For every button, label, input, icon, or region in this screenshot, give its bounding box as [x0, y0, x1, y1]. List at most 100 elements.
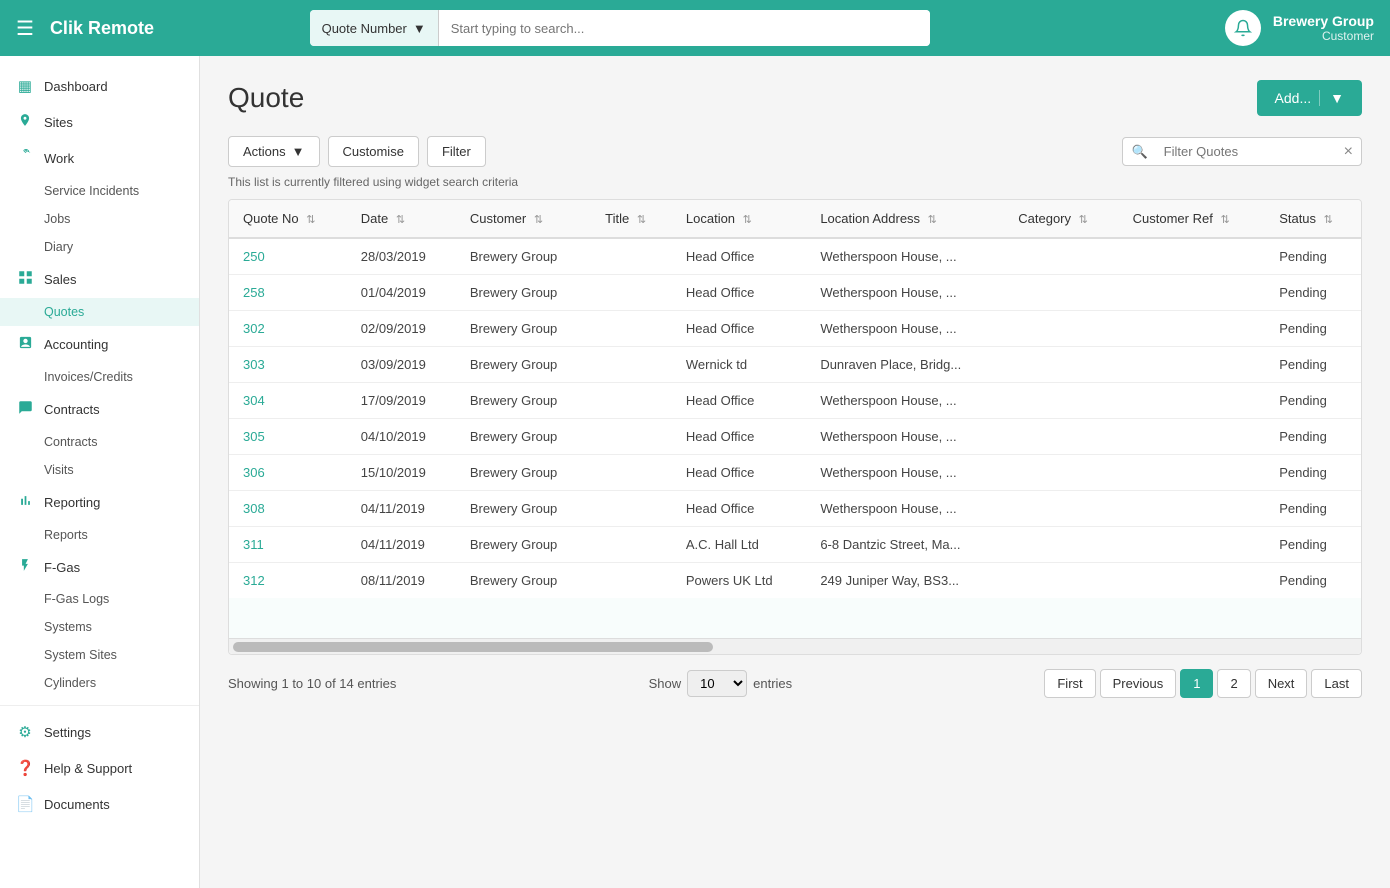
sidebar-item-help-support[interactable]: ❓ Help & Support [0, 750, 199, 786]
customer-cell: Brewery Group [456, 491, 591, 527]
table-row: 304 17/09/2019 Brewery Group Head Office… [229, 383, 1361, 419]
sidebar-item-fgas[interactable]: F-Gas [0, 549, 199, 585]
filter-note: This list is currently filtered using wi… [228, 175, 1362, 189]
table-header-row: Quote No ⇅ Date ⇅ Customer ⇅ Title ⇅ [229, 200, 1361, 238]
quote-no-link[interactable]: 311 [243, 537, 264, 552]
filter-search-input[interactable] [1156, 138, 1336, 165]
sidebar-item-fgas-logs[interactable]: F-Gas Logs [0, 585, 199, 613]
pagination-buttons: First Previous 1 2 Next Last [1044, 669, 1362, 698]
page-1-button[interactable]: 1 [1180, 669, 1213, 698]
sidebar-item-label-contracts: Contracts [44, 402, 100, 417]
sidebar-item-reporting[interactable]: Reporting [0, 484, 199, 521]
previous-button[interactable]: Previous [1100, 669, 1177, 698]
location-address-cell: 249 Juniper Way, BS3... [806, 563, 1004, 599]
col-header-date[interactable]: Date ⇅ [347, 200, 456, 238]
date-cell: 04/11/2019 [347, 491, 456, 527]
col-header-status[interactable]: Status ⇅ [1265, 200, 1361, 238]
col-header-title[interactable]: Title ⇅ [591, 200, 672, 238]
hamburger-icon[interactable]: ☰ [16, 16, 34, 41]
quote-no-link[interactable]: 306 [243, 465, 265, 480]
status-cell: Pending [1265, 347, 1361, 383]
filter-search: 🔍 × [1122, 137, 1362, 166]
first-button[interactable]: First [1044, 669, 1095, 698]
add-button-label: Add... [1275, 90, 1312, 106]
sidebar-item-diary[interactable]: Diary [0, 233, 199, 261]
page-2-button[interactable]: 2 [1217, 669, 1250, 698]
filter-button[interactable]: Filter [427, 136, 486, 167]
last-button[interactable]: Last [1311, 669, 1362, 698]
quote-no-link[interactable]: 258 [243, 285, 265, 300]
sidebar-item-system-sites[interactable]: System Sites [0, 641, 199, 669]
notifications-button[interactable] [1225, 10, 1261, 46]
sidebar-item-service-incidents[interactable]: Service Incidents [0, 177, 199, 205]
quote-no-link[interactable]: 302 [243, 321, 265, 336]
work-icon [16, 149, 34, 168]
sidebar-item-label-fgas: F-Gas [44, 560, 80, 575]
sidebar-item-invoices-credits[interactable]: Invoices/Credits [0, 363, 199, 391]
date-cell: 03/09/2019 [347, 347, 456, 383]
quote-no-link[interactable]: 308 [243, 501, 265, 516]
quote-no-link[interactable]: 304 [243, 393, 265, 408]
quote-no-link[interactable]: 312 [243, 573, 265, 588]
add-button[interactable]: Add... ▼ [1257, 80, 1362, 116]
sidebar-item-sites[interactable]: Sites [0, 104, 199, 140]
sidebar-item-documents[interactable]: 📄 Documents [0, 786, 199, 822]
col-header-customer-ref[interactable]: Customer Ref ⇅ [1119, 200, 1266, 238]
sidebar-item-contracts[interactable]: Contracts [0, 391, 199, 428]
help-icon: ❓ [16, 759, 34, 777]
show-select[interactable]: 10 25 50 100 [687, 670, 747, 697]
col-header-category[interactable]: Category ⇅ [1004, 200, 1118, 238]
quote-no-link[interactable]: 250 [243, 249, 265, 264]
col-header-customer[interactable]: Customer ⇅ [456, 200, 591, 238]
sidebar-item-cylinders[interactable]: Cylinders [0, 669, 199, 697]
app-logo: Clik Remote [50, 18, 154, 39]
search-type-label: Quote Number [322, 21, 407, 36]
customer-ref-cell [1119, 311, 1266, 347]
location-address-cell: Wetherspoon House, ... [806, 419, 1004, 455]
sidebar-item-sales[interactable]: Sales [0, 261, 199, 298]
scrollbar-thumb[interactable] [233, 642, 713, 652]
sidebar-item-quotes[interactable]: Quotes [0, 298, 199, 326]
sidebar-item-settings[interactable]: ⚙ Settings [0, 714, 199, 750]
date-cell: 04/10/2019 [347, 419, 456, 455]
location-cell: A.C. Hall Ltd [672, 527, 806, 563]
col-header-location-address[interactable]: Location Address ⇅ [806, 200, 1004, 238]
global-search-input[interactable] [439, 10, 930, 46]
actions-button[interactable]: Actions ▼ [228, 136, 320, 167]
customer-ref-cell [1119, 275, 1266, 311]
table-row: 303 03/09/2019 Brewery Group Wernick td … [229, 347, 1361, 383]
user-menu[interactable]: Brewery Group Customer [1273, 13, 1374, 43]
show-label: Show [649, 676, 682, 691]
sidebar-item-label-settings: Settings [44, 725, 91, 740]
quote-no-link[interactable]: 305 [243, 429, 265, 444]
location-cell: Head Office [672, 419, 806, 455]
title-cell [591, 238, 672, 275]
customise-button[interactable]: Customise [328, 136, 419, 167]
sidebar-item-visits[interactable]: Visits [0, 456, 199, 484]
sidebar-item-label-reporting: Reporting [44, 495, 100, 510]
reporting-icon [16, 493, 34, 512]
sort-icon-customer-ref: ⇅ [1220, 214, 1229, 226]
table-row: 312 08/11/2019 Brewery Group Powers UK L… [229, 563, 1361, 599]
horizontal-scrollbar[interactable] [229, 638, 1361, 654]
col-header-location[interactable]: Location ⇅ [672, 200, 806, 238]
sidebar-item-work[interactable]: Work [0, 140, 199, 177]
sidebar-item-reports[interactable]: Reports [0, 521, 199, 549]
filter-search-clear-icon[interactable]: × [1336, 143, 1361, 161]
sidebar-item-jobs[interactable]: Jobs [0, 205, 199, 233]
topnav: ☰ Clik Remote Quote Number ▼ Brewery Gro… [0, 0, 1390, 56]
customer-ref-cell [1119, 419, 1266, 455]
quote-no-link[interactable]: 303 [243, 357, 265, 372]
date-cell: 28/03/2019 [347, 238, 456, 275]
sidebar-item-accounting[interactable]: Accounting [0, 326, 199, 363]
sort-icon-title: ⇅ [637, 214, 646, 226]
sidebar-item-dashboard[interactable]: ▦ Dashboard [0, 68, 199, 104]
pagination-info: Showing 1 to 10 of 14 entries [228, 676, 396, 691]
sidebar-item-systems[interactable]: Systems [0, 613, 199, 641]
title-cell [591, 563, 672, 599]
col-header-quote-no[interactable]: Quote No ⇅ [229, 200, 347, 238]
sidebar-item-contracts-sub[interactable]: Contracts [0, 428, 199, 456]
search-type-dropdown[interactable]: Quote Number ▼ [310, 10, 439, 46]
customer-ref-cell [1119, 383, 1266, 419]
next-button[interactable]: Next [1255, 669, 1308, 698]
